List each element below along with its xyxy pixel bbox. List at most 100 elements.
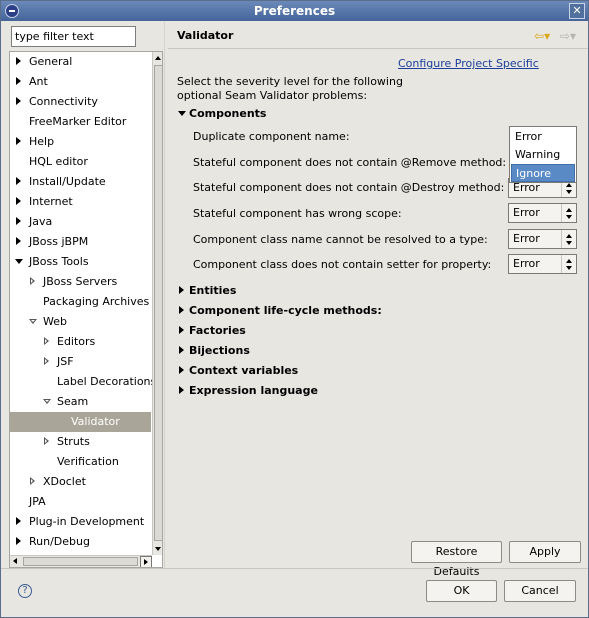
tree-item-label: Struts bbox=[57, 435, 90, 448]
tree-item[interactable]: Run/Debug bbox=[10, 532, 151, 552]
scroll-thumb[interactable] bbox=[154, 65, 162, 541]
row-label-no-destroy: Stateful component does not contain @Des… bbox=[193, 181, 505, 194]
tree-item[interactable]: Ant bbox=[10, 72, 151, 92]
collapsed-chevron-icon[interactable] bbox=[42, 352, 52, 372]
tree-item[interactable]: Verification bbox=[10, 452, 151, 472]
tree-item[interactable]: JPA bbox=[10, 492, 151, 512]
tree-item[interactable]: JBoss Tools bbox=[10, 252, 151, 272]
tree-item-label: FreeMarker Editor bbox=[29, 115, 127, 128]
tree-item-label: HQL editor bbox=[29, 155, 88, 168]
option-warning[interactable]: Warning bbox=[511, 146, 575, 164]
collapsed-chevron-icon[interactable] bbox=[42, 332, 52, 352]
tree-item[interactable]: Java bbox=[10, 212, 151, 232]
expanded-chevron-icon[interactable] bbox=[28, 312, 38, 332]
title-bar: Preferences ✕ bbox=[1, 1, 588, 21]
collapsed-chevron-icon[interactable] bbox=[14, 232, 24, 252]
description-line-2: optional Seam Validator problems: bbox=[177, 89, 368, 102]
tree-item[interactable]: HQL editor bbox=[10, 152, 151, 172]
tree-item[interactable]: XDoclet bbox=[10, 472, 151, 492]
severity-combo-wrong-scope[interactable]: Error bbox=[508, 203, 577, 223]
scroll-left-icon[interactable] bbox=[10, 556, 22, 567]
help-icon[interactable]: ? bbox=[18, 584, 32, 598]
tree-item[interactable]: Validator bbox=[10, 412, 151, 432]
collapsed-chevron-icon[interactable] bbox=[14, 512, 24, 532]
combo-arrow-icon[interactable] bbox=[561, 230, 576, 248]
section-lifecycle[interactable]: Component life-cycle methods: bbox=[177, 303, 382, 319]
scroll-down-icon[interactable] bbox=[153, 543, 162, 555]
collapsed-chevron-icon[interactable] bbox=[14, 72, 24, 92]
option-error[interactable]: Error bbox=[511, 128, 575, 146]
tree-item[interactable]: Install/Update bbox=[10, 172, 151, 192]
section-factories[interactable]: Factories bbox=[177, 323, 246, 339]
close-icon[interactable]: ✕ bbox=[569, 3, 585, 19]
expanded-chevron-icon[interactable] bbox=[14, 252, 24, 272]
tree-item-label: Web bbox=[43, 315, 67, 328]
section-context-variables[interactable]: Context variables bbox=[177, 363, 298, 379]
collapsed-chevron-icon[interactable] bbox=[14, 52, 24, 72]
ok-button[interactable]: OK bbox=[426, 580, 497, 602]
tree-item[interactable]: General bbox=[10, 52, 151, 72]
forward-arrow-icon[interactable]: ⇨▾ bbox=[560, 29, 576, 43]
filter-input[interactable] bbox=[11, 26, 136, 47]
tree-item-label: Run/Debug bbox=[29, 535, 90, 548]
combo-value: Error bbox=[513, 232, 540, 245]
tree-item-label: Validator bbox=[71, 415, 120, 428]
tree-item[interactable]: JBoss jBPM bbox=[10, 232, 151, 252]
section-expression-language[interactable]: Expression language bbox=[177, 383, 318, 399]
collapsed-chevron-icon[interactable] bbox=[28, 272, 38, 292]
tree-item-label: Internet bbox=[29, 195, 73, 208]
tree-item[interactable]: Connectivity bbox=[10, 92, 151, 112]
collapsed-chevron-icon[interactable] bbox=[14, 532, 24, 552]
restore-defaults-button[interactable]: Restore Defaults bbox=[411, 541, 502, 578]
row-label-class-unresolved: Component class name cannot be resolved … bbox=[193, 233, 488, 246]
tree-item[interactable]: Editors bbox=[10, 332, 151, 352]
tree-item[interactable]: Help bbox=[10, 132, 151, 152]
tree-item[interactable]: Seam bbox=[10, 392, 151, 412]
collapsed-chevron-icon[interactable] bbox=[14, 192, 24, 212]
section-entities[interactable]: Entities bbox=[177, 283, 236, 299]
tree-item[interactable]: Plug-in Development bbox=[10, 512, 151, 532]
collapsed-chevron-icon bbox=[177, 381, 187, 401]
section-bijections[interactable]: Bijections bbox=[177, 343, 250, 359]
tree-item[interactable]: JSF bbox=[10, 352, 151, 372]
apply-button[interactable]: Apply bbox=[509, 541, 581, 563]
tree-item[interactable]: JBoss Servers bbox=[10, 272, 151, 292]
expanded-chevron-icon[interactable] bbox=[42, 392, 52, 412]
scroll-right-icon[interactable] bbox=[140, 556, 152, 567]
row-label-no-setter: Component class does not contain setter … bbox=[193, 258, 492, 271]
collapsed-chevron-icon[interactable] bbox=[42, 432, 52, 452]
collapsed-chevron-icon[interactable] bbox=[14, 212, 24, 232]
cancel-button[interactable]: Cancel bbox=[504, 580, 576, 602]
collapsed-chevron-icon[interactable] bbox=[28, 472, 38, 492]
collapsed-chevron-icon bbox=[177, 321, 187, 341]
tree-vertical-scrollbar[interactable] bbox=[152, 52, 162, 555]
combo-value: Error bbox=[513, 206, 540, 219]
tree-item-label: Install/Update bbox=[29, 175, 106, 188]
tree-item[interactable]: FreeMarker Editor bbox=[10, 112, 151, 132]
row-label-wrong-scope: Stateful component has wrong scope: bbox=[193, 207, 402, 220]
tree-item[interactable]: Label Decorations bbox=[10, 372, 156, 392]
combo-arrow-icon[interactable] bbox=[561, 204, 576, 222]
combo-arrow-icon[interactable] bbox=[561, 255, 576, 273]
tree-item-label: JBoss Tools bbox=[29, 255, 89, 268]
hscroll-thumb[interactable] bbox=[23, 557, 138, 566]
section-components[interactable]: Components bbox=[177, 106, 266, 122]
tree-item[interactable]: Internet bbox=[10, 192, 151, 212]
tree-horizontal-scrollbar[interactable] bbox=[10, 555, 152, 567]
back-arrow-icon[interactable]: ⇦▾ bbox=[534, 29, 550, 43]
tree-item[interactable]: Packaging Archives bbox=[10, 292, 151, 312]
tree-item-label: General bbox=[29, 55, 73, 68]
collapsed-chevron-icon[interactable] bbox=[14, 172, 24, 192]
scroll-up-icon[interactable] bbox=[153, 52, 162, 64]
collapsed-chevron-icon[interactable] bbox=[14, 132, 24, 152]
tree-item[interactable]: Web bbox=[10, 312, 151, 332]
configure-project-link[interactable]: Configure Project Specific bbox=[398, 57, 539, 70]
severity-dropdown-list[interactable]: Error Warning Ignore bbox=[509, 126, 577, 183]
pane-divider[interactable] bbox=[164, 21, 165, 568]
collapsed-chevron-icon[interactable] bbox=[14, 92, 24, 112]
severity-combo-class-unresolved[interactable]: Error bbox=[508, 229, 577, 249]
option-ignore[interactable]: Ignore bbox=[511, 164, 575, 182]
severity-combo-no-setter[interactable]: Error bbox=[508, 254, 577, 274]
tree-item[interactable]: Struts bbox=[10, 432, 151, 452]
collapsed-chevron-icon bbox=[177, 361, 187, 381]
